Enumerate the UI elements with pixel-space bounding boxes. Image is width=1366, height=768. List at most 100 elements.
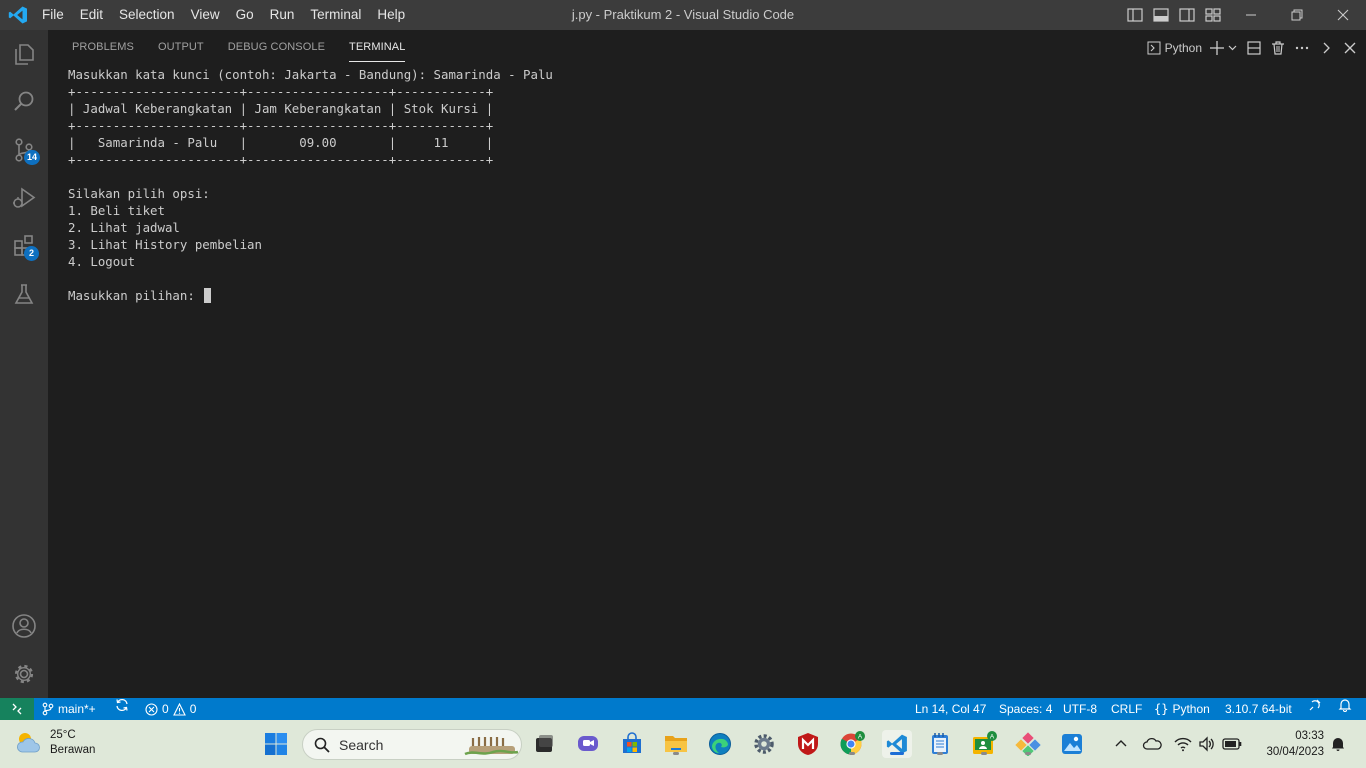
kill-terminal-button[interactable] (1270, 37, 1286, 59)
toggle-primary-sidebar-icon[interactable] (1126, 6, 1144, 24)
run-debug-button[interactable] (0, 174, 48, 222)
warning-count: 0 (189, 702, 197, 716)
notification-center-button[interactable] (1326, 730, 1350, 758)
wifi-icon[interactable] (1174, 736, 1192, 752)
minimize-button[interactable] (1228, 0, 1274, 30)
maximize-panel-button[interactable] (1318, 37, 1334, 59)
terminal-line: +----------------------+----------------… (68, 152, 494, 167)
colorful-app-button[interactable] (1014, 730, 1042, 758)
python-interpreter[interactable]: 3.10.7 64-bit (1225, 698, 1292, 720)
branch-indicator[interactable]: main*+ (42, 698, 96, 720)
partly-cloudy-icon (17, 733, 40, 753)
tab-debug-console[interactable]: DEBUG CONSOLE (216, 30, 337, 64)
classroom-button[interactable]: A (970, 730, 998, 758)
menu-go[interactable]: Go (228, 0, 262, 30)
trash-icon (1272, 41, 1284, 55)
plus-chevron-icon (1210, 41, 1237, 55)
accounts-button[interactable] (0, 602, 48, 650)
terminal-prompt: Masukkan pilihan: (68, 288, 203, 303)
terminal-line: +----------------------+----------------… (68, 84, 494, 99)
search-button[interactable] (0, 78, 48, 126)
testing-button[interactable] (0, 270, 48, 318)
restore-button[interactable] (1274, 0, 1320, 30)
onedrive-cloud-icon[interactable] (1142, 737, 1162, 751)
line-ending[interactable]: CRLF (1111, 698, 1142, 720)
close-panel-button[interactable] (1342, 37, 1358, 59)
new-terminal-button[interactable] (1210, 37, 1238, 59)
edge-button[interactable] (706, 730, 734, 758)
source-control-button[interactable]: 14 (0, 126, 48, 174)
terminal-name: Python (1164, 41, 1202, 55)
running-indicator (981, 752, 987, 755)
source-control-badge: 14 (24, 150, 41, 165)
weather-widget[interactable]: 25°C Berawan (14, 728, 95, 758)
terminal-cursor[interactable] (204, 288, 212, 303)
settings-button[interactable] (750, 730, 778, 758)
notifications-button[interactable] (1338, 698, 1352, 712)
teams-chat-button[interactable] (574, 730, 602, 758)
windows-taskbar: 25°C Berawan Search A A 03:33 30/04/2023 (0, 720, 1366, 768)
chrome-button[interactable]: A (838, 730, 866, 758)
error-count: 0 (162, 702, 169, 716)
manage-button[interactable] (0, 650, 48, 698)
problems-indicator[interactable]: 0 0 (145, 698, 196, 720)
bell-icon (1338, 699, 1352, 712)
terminal-output[interactable]: Masukkan kata kunci (contoh: Jakarta - B… (68, 66, 553, 304)
chat-icon (578, 736, 598, 751)
remote-icon (12, 703, 22, 715)
toggle-panel-icon[interactable] (1152, 6, 1170, 24)
customize-layout-icon[interactable] (1204, 6, 1222, 24)
panel-actions: Python (1139, 37, 1358, 59)
menu-selection[interactable]: Selection (111, 0, 183, 30)
cursor-position[interactable]: Ln 14, Col 47 (915, 698, 986, 720)
mcafee-button[interactable] (794, 730, 822, 758)
volume-icon[interactable] (1198, 736, 1216, 752)
indentation[interactable]: Spaces: 4 (999, 698, 1052, 720)
title-bar: File Edit Selection View Go Run Terminal… (0, 0, 1366, 30)
explorer-button[interactable] (0, 30, 48, 78)
menu-run[interactable]: Run (262, 0, 303, 30)
clock[interactable]: 03:33 30/04/2023 (1266, 728, 1324, 760)
file-explorer-button[interactable] (662, 730, 690, 758)
photos-button[interactable] (1058, 730, 1086, 758)
sync-icon (116, 698, 128, 712)
language-mode[interactable]: {} Python (1154, 698, 1210, 720)
terminal-selector[interactable]: Python (1147, 37, 1202, 59)
tab-terminal[interactable]: TERMINAL (337, 30, 417, 64)
toggle-secondary-sidebar-icon[interactable] (1178, 6, 1196, 24)
menu-help[interactable]: Help (369, 0, 413, 30)
menu-view[interactable]: View (183, 0, 228, 30)
chevron-up-icon[interactable] (1114, 737, 1128, 751)
start-button[interactable] (262, 730, 290, 758)
feedback-button[interactable] (1308, 698, 1322, 712)
taskbar-search[interactable]: Search (302, 729, 522, 760)
split-terminal-button[interactable] (1246, 37, 1262, 59)
sync-button[interactable] (114, 698, 130, 712)
vscode-logo-icon (8, 6, 28, 24)
layout-controls (1126, 6, 1222, 24)
task-view-button[interactable] (530, 730, 558, 758)
extensions-button[interactable]: 2 (0, 222, 48, 270)
more-actions-button[interactable] (1294, 37, 1310, 59)
encoding[interactable]: UTF-8 (1063, 698, 1097, 720)
remote-button[interactable] (0, 698, 34, 720)
activity-bar: 14 2 (0, 30, 48, 698)
close-icon (1344, 42, 1356, 54)
braces-icon: {} (1154, 702, 1169, 716)
tab-output[interactable]: OUTPUT (146, 30, 216, 64)
gear-icon (14, 664, 34, 684)
battery-icon[interactable] (1222, 738, 1242, 750)
microsoft-store-button[interactable] (618, 730, 646, 758)
menu-file[interactable]: File (34, 0, 72, 30)
task-view-icon (536, 735, 553, 752)
mcafee-shield-icon (798, 733, 818, 755)
vscode-taskbar-button[interactable] (882, 730, 912, 758)
notepad-button[interactable] (926, 730, 954, 758)
tab-problems[interactable]: PROBLEMS (60, 30, 146, 64)
menu-terminal[interactable]: Terminal (302, 0, 369, 30)
close-button[interactable] (1320, 0, 1366, 30)
branch-name: main*+ (58, 702, 96, 716)
menu-edit[interactable]: Edit (72, 0, 111, 30)
